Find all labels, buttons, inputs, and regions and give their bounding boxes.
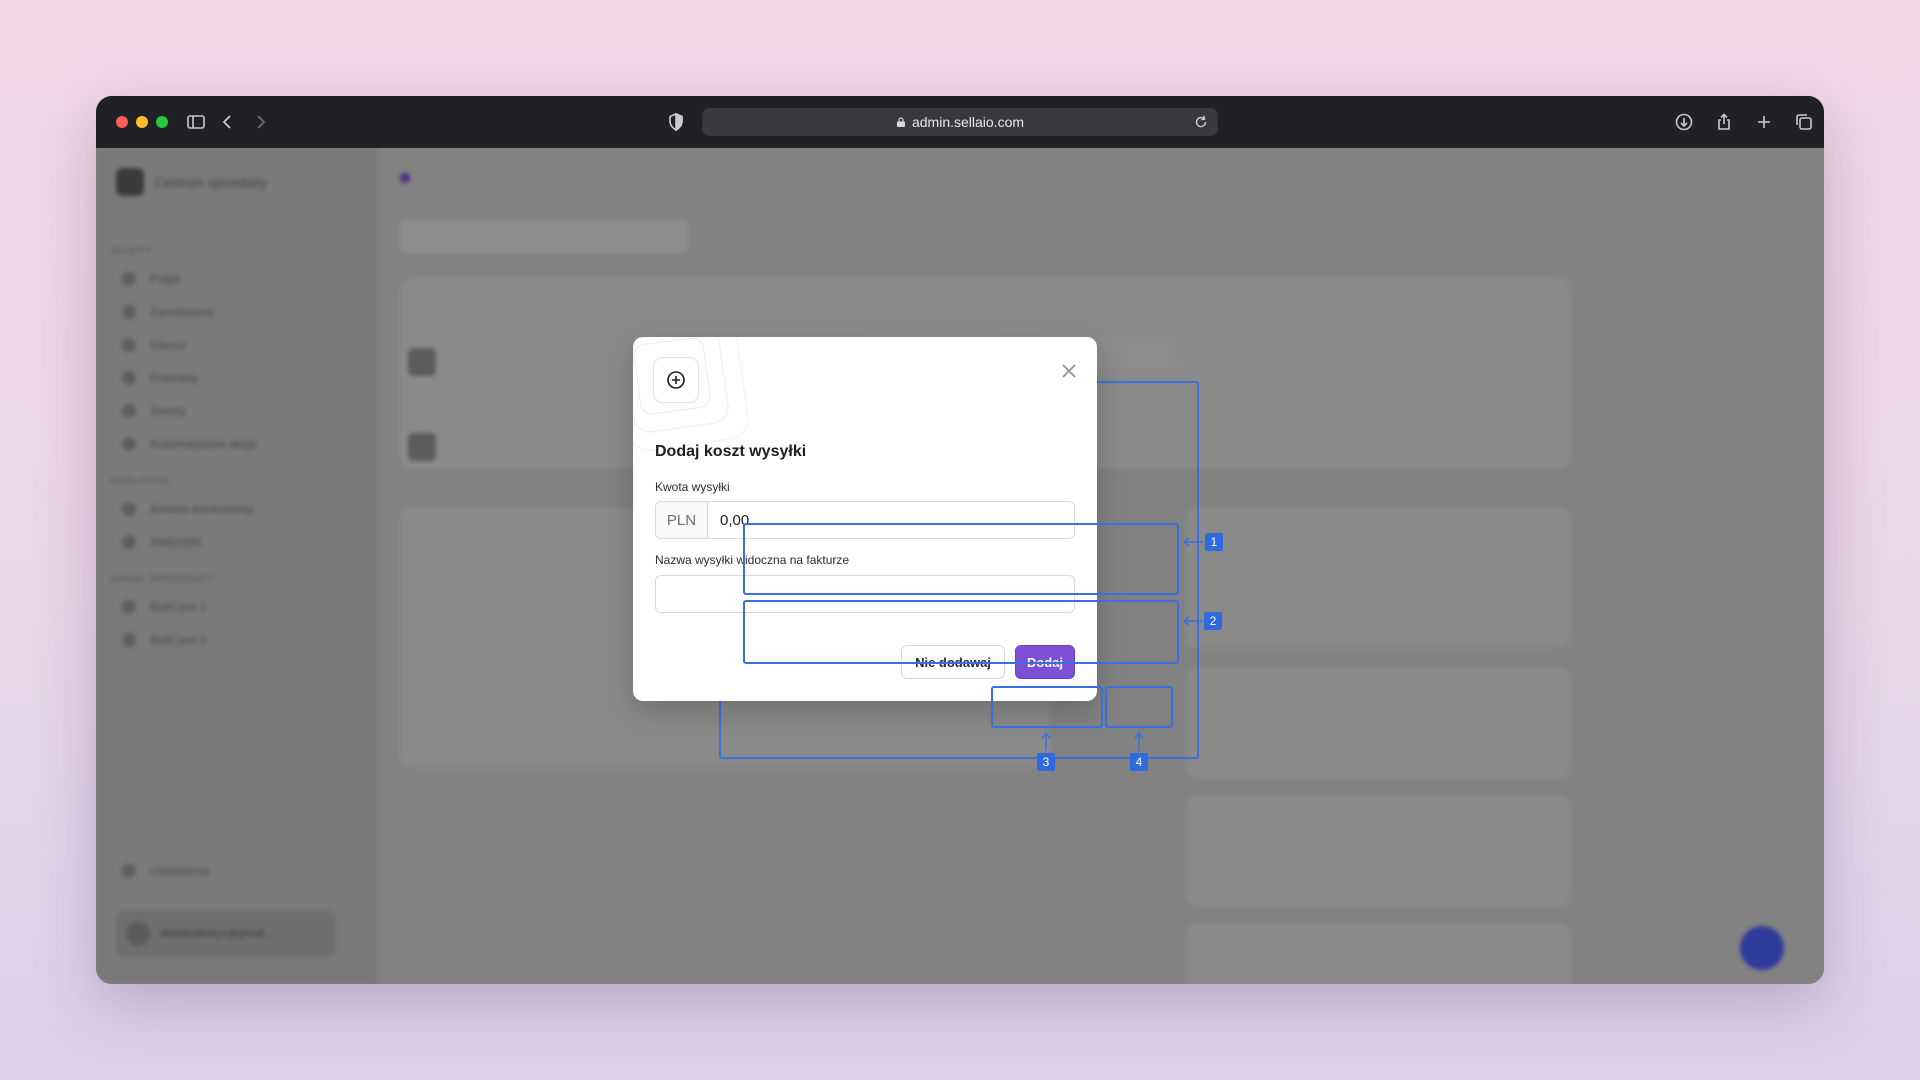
status-dot-icon — [400, 172, 410, 183]
annotation-box-1 — [743, 523, 1179, 595]
sidebar-section-title: KANAŁ SPRZEDAŻY — [110, 574, 214, 585]
date-field[interactable] — [400, 220, 688, 254]
sidebar-item[interactable]: Klienci — [122, 338, 185, 352]
sidebar-item-label: Zamówienia — [150, 305, 215, 319]
annotation-label-2: 2 — [1204, 612, 1222, 630]
new-tab-icon[interactable] — [1752, 110, 1776, 134]
tab-overview-icon[interactable] — [1792, 110, 1816, 134]
download-icon[interactable] — [1672, 110, 1696, 134]
sidebar-item[interactable]: Pulpit — [122, 272, 180, 286]
dialog-title: Dodaj koszt wysyłki — [655, 443, 807, 460]
annotation-label-3: 3 — [1037, 753, 1055, 771]
nav-icon — [122, 535, 136, 549]
app-brand: Centrum sprzedaży — [154, 175, 267, 190]
annotation-box-4 — [1105, 686, 1173, 728]
sidebar-item-label: BaliCard 1 — [150, 600, 207, 614]
add-circle-icon — [653, 357, 699, 403]
avatar — [126, 922, 150, 946]
annotation-box-2 — [743, 600, 1179, 664]
sidebar-item-label: Produkty — [150, 371, 198, 385]
nav-icon — [122, 404, 136, 418]
sidebar-item-label: Pulpit — [150, 272, 181, 286]
nav-icon — [122, 371, 136, 385]
sidebar-item-label: Klienci — [150, 338, 186, 352]
user-email: sklepbaliney1@gmail... — [160, 928, 274, 940]
pickup-point-card — [1186, 796, 1570, 906]
annotation-box-3 — [991, 686, 1103, 728]
sidebar-item[interactable]: Analiza konkurencji — [122, 502, 253, 516]
user-menu[interactable]: sklepbaliney1@gmail... — [116, 910, 336, 958]
sidebar-item-label: BaliCard 2 — [150, 633, 207, 647]
close-icon[interactable] — [1057, 359, 1081, 383]
sidebar-item[interactable]: Automatyczne akcje — [122, 437, 257, 451]
sidebar-item[interactable]: BaliCard 2 — [122, 633, 206, 647]
product-thumbnail — [408, 433, 436, 461]
gear-icon — [122, 864, 136, 878]
share-icon[interactable] — [1712, 110, 1736, 134]
delivery-address-card — [1186, 668, 1570, 778]
address-bar[interactable]: admin.sellaio.com — [702, 108, 1218, 136]
annotation-label-4: 4 — [1130, 753, 1148, 771]
currency-prefix: PLN — [656, 502, 708, 538]
sidebar-item-label: Analiza konkurencji — [150, 502, 254, 516]
nav-icon — [122, 600, 136, 614]
sidebar-item-label: Automatyczne akcje — [150, 437, 258, 451]
chat-bubble-icon[interactable] — [1740, 926, 1784, 970]
maximize-window-button[interactable] — [156, 116, 168, 128]
sidebar-section-title: SKLEPY — [110, 246, 152, 257]
client-card — [1186, 508, 1570, 648]
sidebar-item[interactable]: Statystyki — [122, 535, 201, 549]
invoice-data-card — [1186, 924, 1570, 984]
sidebar-item[interactable]: Produkty — [122, 371, 197, 385]
lock-icon — [896, 117, 905, 127]
sidebar-item[interactable]: Zwroty — [122, 404, 186, 418]
minimize-window-button[interactable] — [136, 116, 148, 128]
product-thumbnail — [408, 348, 436, 376]
annotation-arrow-2 — [1182, 616, 1203, 626]
annotation-arrow-4 — [1134, 731, 1144, 751]
order-status — [400, 170, 420, 184]
nav-icon — [122, 633, 136, 647]
sidebar-item[interactable]: Zamówienia — [122, 305, 215, 319]
reload-icon[interactable] — [1192, 113, 1210, 131]
nav-icon — [122, 272, 136, 286]
nav-icon — [122, 305, 136, 319]
nav-icon — [122, 437, 136, 451]
app-logo-icon — [116, 168, 144, 196]
url-text: admin.sellaio.com — [911, 114, 1025, 130]
annotation-arrow-3 — [1041, 731, 1051, 751]
privacy-shield-icon[interactable] — [664, 110, 688, 134]
window-controls — [116, 116, 168, 128]
sidebar-item-label: Statystyki — [150, 535, 202, 549]
sidebar-toggle-icon[interactable] — [184, 110, 208, 134]
forward-icon[interactable] — [248, 110, 272, 134]
back-icon[interactable] — [216, 110, 240, 134]
close-window-button[interactable] — [116, 116, 128, 128]
annotation-arrow-1 — [1182, 537, 1203, 547]
sidebar-item-settings[interactable]: Ustawienia — [122, 864, 209, 878]
sidebar-item-label: Zwroty — [150, 404, 186, 418]
nav-icon — [122, 338, 136, 352]
browser-toolbar: admin.sellaio.com — [96, 96, 1824, 148]
nav-icon — [122, 502, 136, 516]
sidebar-item-label: Ustawienia — [150, 864, 209, 878]
app-sidebar: Centrum sprzedaży SKLEPY Pulpit Zamówien… — [96, 148, 378, 984]
amount-label: Kwota wysyłki — [655, 480, 730, 494]
sidebar-item[interactable]: BaliCard 1 — [122, 600, 206, 614]
sidebar-section-title: ANALITYKA — [110, 476, 170, 487]
annotation-label-1: 1 — [1205, 533, 1223, 551]
